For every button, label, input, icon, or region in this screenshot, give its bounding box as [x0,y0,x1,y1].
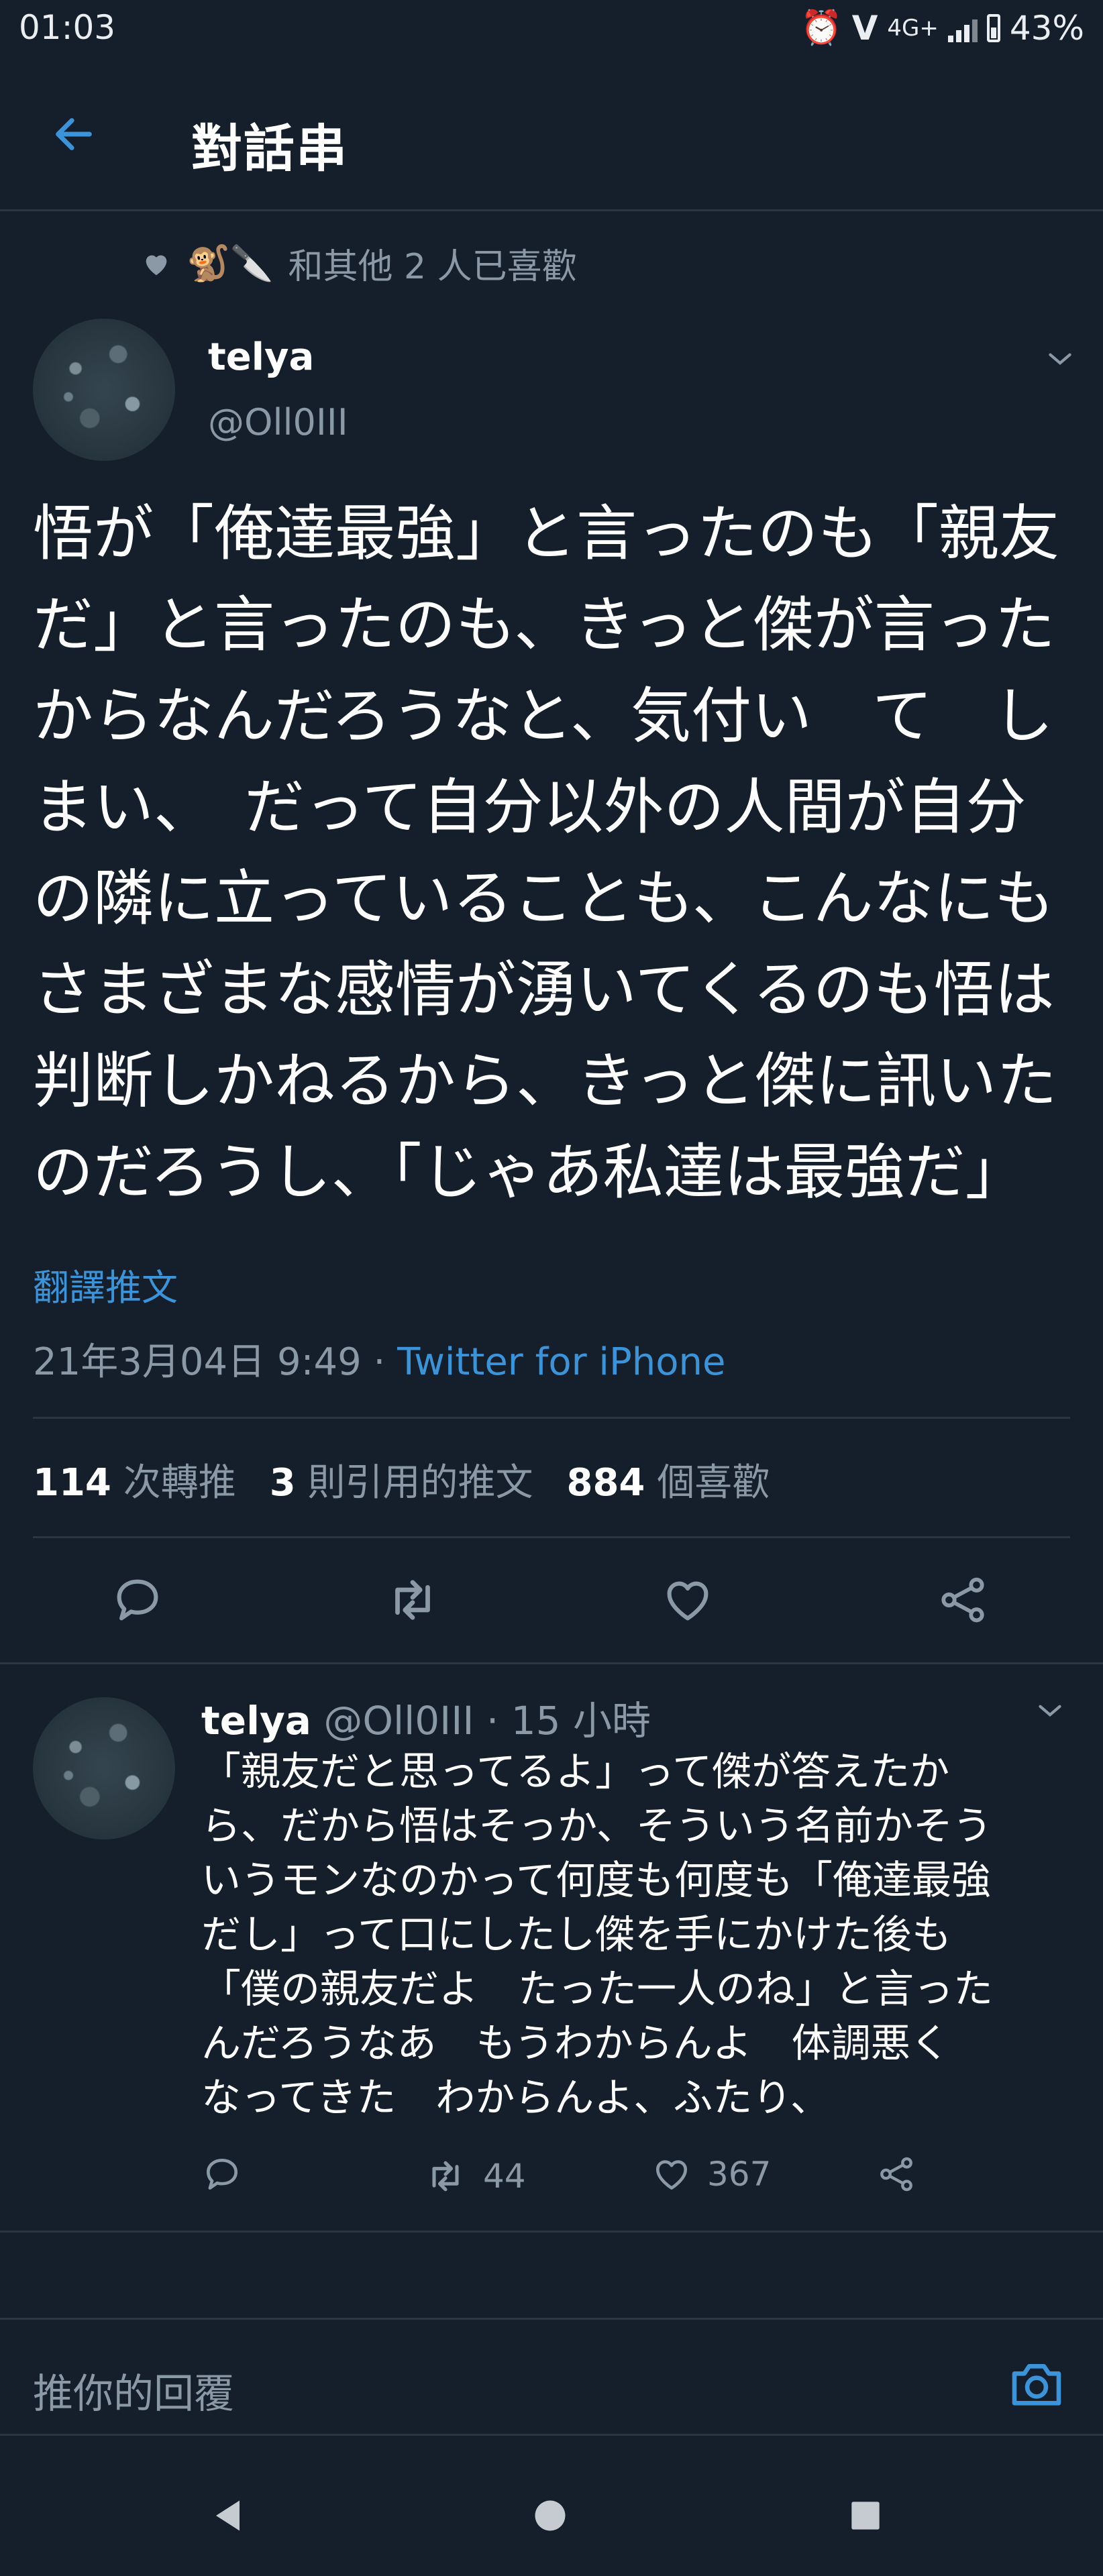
translate-tweet-link[interactable]: 翻譯推文 [33,1258,178,1311]
reply-share-button[interactable] [876,2153,917,2195]
nav-back-button[interactable] [203,2489,256,2542]
reply-actions: 44 367 [201,2153,973,2207]
stats-divider [33,1536,1070,1538]
retweets-stat[interactable]: 114 次轉推 [33,1452,236,1507]
quotes-stat[interactable]: 3 則引用的推文 [270,1452,533,1507]
nav-recents-button[interactable] [839,2489,892,2542]
circle-home-icon [535,2500,566,2531]
heart-outline-icon [667,1581,708,1621]
signal-icon [947,14,978,42]
nav-home-button[interactable] [523,2489,577,2542]
stats-row: 114 次轉推 3 則引用的推文 884 個喜歡 [33,1452,770,1507]
network-type: 4G+ [887,14,939,42]
page-title: 對話串 [191,119,348,178]
compose-divider-bottom [0,2434,1103,2436]
tweet-source-link[interactable]: Twitter for iPhone [397,1340,725,1384]
reply-button[interactable] [97,1556,178,1644]
reply-header: telya @Oll0III · 15 小時 [201,1689,651,1746]
reply-time: · 15 小時 [486,1698,651,1743]
reply-input[interactable]: 推你的回覆 [33,2361,234,2420]
battery-icon [986,13,1000,42]
share-icon [880,2157,912,2192]
author-name[interactable]: telya [208,335,314,379]
battery-percent: 43% [1009,8,1084,48]
author-handle[interactable]: @Oll0III [208,401,348,443]
likes-stat[interactable]: 884 個喜歡 [567,1452,770,1507]
reply-divider [0,2231,1103,2233]
liked-by-row[interactable]: 🐒🔪 和其他 2 人已喜歡 [141,238,577,288]
retweets-count: 114 [33,1461,111,1505]
square-recents-icon [851,2502,880,2530]
like-button[interactable] [647,1556,728,1644]
reply-like-button[interactable]: 367 [651,2153,771,2195]
alarm-icon: ⏰ [800,8,843,47]
reply-text: 「親友だと思ってるよ」って傑が答えたか ら、だから悟はそっか、そういう名前かそう… [201,1748,994,2121]
heart-icon [146,255,167,275]
retweet-icon [432,2161,459,2192]
share-button[interactable] [923,1556,1003,1644]
reply-menu-button[interactable] [1033,1694,1067,1730]
status-icons: ⏰ V 4G+ 43% [800,8,1084,48]
tweet-text: 悟が「俺達最強」と言ったのも「親友 だ」と言ったのも、きっと傑が言った からなん… [33,498,1059,1208]
chevron-down-icon [1039,1705,1061,1717]
likes-count: 884 [566,1461,645,1505]
reply-retweet-button[interactable]: 44 [423,2153,526,2199]
reply-like-count: 367 [707,2155,772,2194]
compose-divider-top [0,2318,1103,2320]
share-icon [941,1577,984,1623]
retweets-label: 次轉推 [123,1461,236,1505]
arrow-left-icon [56,118,92,150]
quotes-count: 3 [269,1461,296,1505]
tweet-actions [0,1556,1103,1650]
reply-avatar[interactable] [33,1697,175,1839]
meta-divider [33,1417,1070,1419]
camera-icon [1012,2364,1061,2406]
header-divider [0,209,1103,211]
heart-outline-icon [656,2160,687,2190]
avatar[interactable] [33,319,175,461]
quotes-label: 則引用的推文 [307,1461,533,1505]
tweet-divider [0,1662,1103,1664]
likes-label: 個喜歡 [657,1461,770,1505]
reply-retweet-count: 44 [483,2157,526,2196]
back-button[interactable] [47,107,101,161]
system-nav-bar [0,2455,1103,2576]
reply-author-name[interactable]: telya [201,1698,311,1743]
reply-reply-button[interactable] [201,2153,243,2195]
tweet-menu-button[interactable] [1043,342,1077,378]
chevron-down-icon [1049,353,1071,365]
volte-icon: V [851,8,878,48]
reply-icon [117,1579,158,1621]
reply-author-handle[interactable]: @Oll0III [323,1698,474,1743]
retweet-button[interactable] [372,1556,453,1644]
liked-emoji: 🐒🔪 [187,244,274,284]
liked-by-text: 和其他 2 人已喜歡 [288,247,577,287]
triangle-back-icon [216,2500,240,2531]
status-bar: 01:03 ⏰ V 4G+ 43% [0,0,1103,64]
camera-button[interactable] [1006,2353,1067,2414]
reply-icon [207,2159,238,2190]
tweet-timestamp: 21年3月04日 9:49 · [33,1340,386,1384]
status-time: 01:03 [19,8,116,47]
retweet-icon [395,1580,430,1620]
tweet-meta: 21年3月04日 9:49 · Twitter for iPhone [33,1332,725,1386]
